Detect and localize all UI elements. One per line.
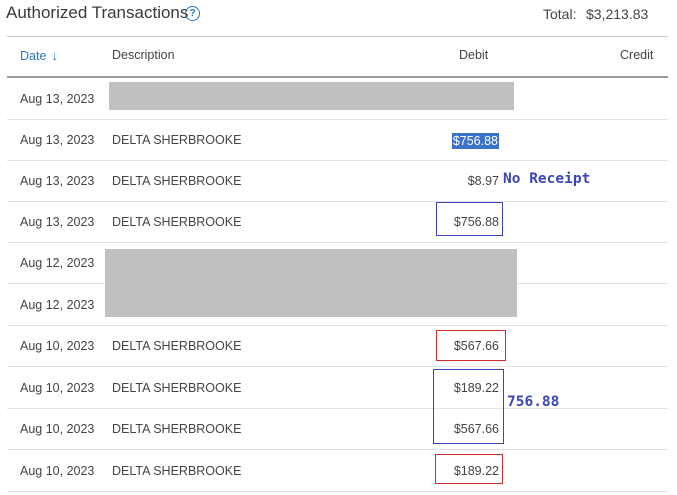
row-date: Aug 10, 2023	[20, 464, 95, 478]
table-header-top-divider	[7, 36, 668, 37]
row-date: Aug 13, 2023	[20, 174, 95, 188]
column-header-credit[interactable]: Credit	[620, 48, 653, 62]
row-description: DELTA SHERBROOKE	[112, 381, 242, 395]
redacted-block	[109, 82, 514, 110]
redacted-block	[105, 249, 517, 317]
table-row[interactable]: Aug 13, 2023 DELTA SHERBROOKE $756.88	[7, 201, 668, 243]
row-debit-highlighted: $756.88	[451, 133, 499, 149]
table-row[interactable]: Aug 10, 2023 DELTA SHERBROOKE $189.22	[7, 450, 668, 492]
column-header-description[interactable]: Description	[112, 48, 175, 62]
table-row[interactable]: Aug 10, 2023 DELTA SHERBROOKE $567.66	[7, 325, 668, 367]
column-header-debit[interactable]: Debit	[459, 48, 488, 62]
table-row[interactable]: Aug 10, 2023 DELTA SHERBROOKE $567.66	[7, 408, 668, 450]
annotation-box-red	[436, 330, 506, 361]
row-description: DELTA SHERBROOKE	[112, 339, 242, 353]
question-circle-icon[interactable]: ?	[185, 6, 200, 21]
annotation-box-red	[435, 454, 503, 484]
row-description: DELTA SHERBROOKE	[112, 133, 242, 147]
sum-note: 756.88	[507, 394, 560, 410]
column-header-date[interactable]: Date ↓	[20, 48, 58, 63]
row-date: Aug 10, 2023	[20, 339, 95, 353]
total-label: Total:	[543, 6, 577, 22]
no-receipt-note: No Receipt	[503, 171, 591, 187]
row-date: Aug 13, 2023	[20, 133, 95, 147]
row-description: DELTA SHERBROOKE	[112, 174, 242, 188]
table-row[interactable]: Aug 13, 2023 DELTA SHERBROOKE $756.88	[7, 119, 668, 161]
annotation-box-blue	[436, 202, 503, 236]
row-date: Aug 10, 2023	[20, 381, 95, 395]
column-header-date-label: Date	[20, 49, 47, 63]
row-date: Aug 13, 2023	[20, 215, 95, 229]
arrow-down-icon: ↓	[51, 48, 58, 63]
row-description: DELTA SHERBROOKE	[112, 464, 242, 478]
row-date: Aug 12, 2023	[20, 298, 95, 312]
row-date: Aug 10, 2023	[20, 422, 95, 436]
row-description: DELTA SHERBROOKE	[112, 422, 242, 436]
total-value: $3,213.83	[586, 6, 649, 22]
row-date: Aug 13, 2023	[20, 92, 95, 106]
page-title: Authorized Transactions	[6, 3, 189, 22]
row-date: Aug 12, 2023	[20, 256, 95, 270]
row-debit: $8.97	[467, 174, 499, 188]
annotation-box-blue-group	[433, 369, 504, 444]
row-description: DELTA SHERBROOKE	[112, 215, 242, 229]
table-row[interactable]: Aug 10, 2023 DELTA SHERBROOKE $189.22	[7, 367, 668, 409]
